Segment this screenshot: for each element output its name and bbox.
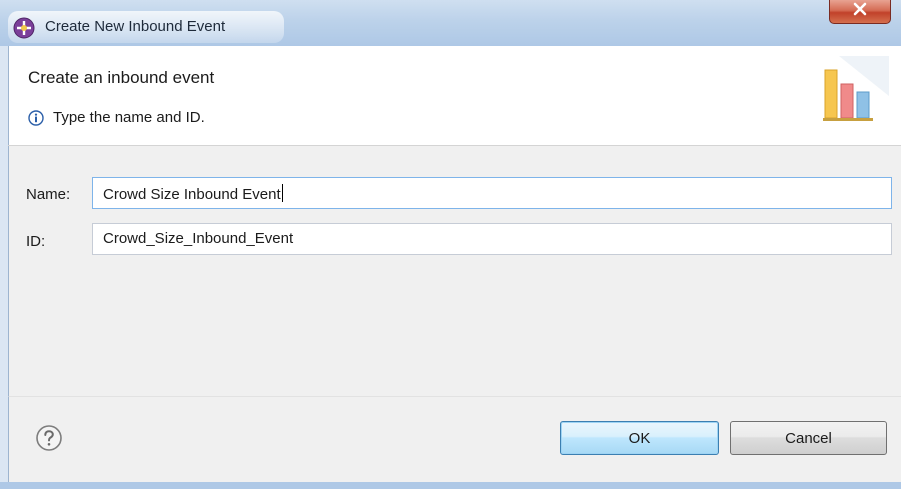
event-wizard-icon (12, 16, 36, 40)
name-label: Name: (26, 186, 71, 203)
help-icon[interactable] (35, 424, 63, 452)
id-field-value: Crowd_Size_Inbound_Event (103, 230, 294, 247)
cancel-button[interactable]: Cancel (730, 421, 887, 455)
info-icon (28, 110, 44, 126)
bar-chart-icon (819, 56, 889, 126)
close-icon (853, 2, 867, 21)
header-message: Type the name and ID. (53, 109, 205, 126)
id-label: ID: (26, 233, 46, 250)
ok-button-label: OK (628, 429, 651, 447)
window-bottom-border (0, 482, 901, 489)
close-button[interactable] (829, 0, 891, 24)
dialog-window: Create New Inbound Event Create an inbou… (0, 0, 901, 489)
button-bar: OK Cancel (8, 396, 901, 483)
page-title: Create an inbound event (28, 68, 215, 87)
text-caret (281, 184, 283, 202)
name-field-value: Crowd Size Inbound Event (103, 186, 281, 203)
wizard-header: Create an inbound event Type the name an… (8, 46, 901, 145)
ok-button[interactable]: OK (560, 421, 719, 455)
form-panel: Name: Crowd Size Inbound Event ID: Crowd… (8, 146, 901, 396)
title-bar[interactable]: Create New Inbound Event (0, 0, 901, 46)
cancel-button-label: Cancel (785, 429, 832, 447)
id-field[interactable]: Crowd_Size_Inbound_Event (92, 223, 892, 255)
window-title: Create New Inbound Event (45, 18, 226, 35)
name-field[interactable]: Crowd Size Inbound Event (92, 177, 892, 209)
